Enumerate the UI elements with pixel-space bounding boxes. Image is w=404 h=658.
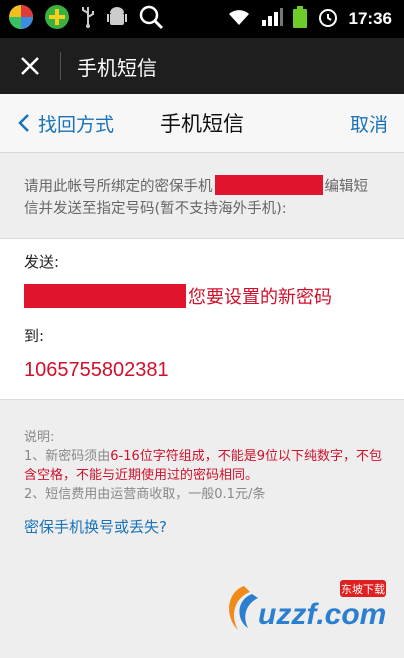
- app-launcher-icon: [8, 4, 34, 34]
- notes-item-1-prefix: 1、新密码须由: [24, 449, 111, 464]
- watermark-brand: uzzf.com: [258, 598, 386, 631]
- android-debug-icon: [106, 5, 128, 33]
- send-text: 您要设置的新密码: [188, 287, 332, 308]
- back-label: 找回方式: [38, 113, 115, 136]
- window-title: 手机短信: [77, 55, 157, 80]
- plus-app-icon: [44, 4, 70, 34]
- wifi-icon: [227, 7, 251, 31]
- status-bar: 17:36: [0, 0, 404, 38]
- status-time: 17:36: [348, 9, 392, 28]
- chevron-left-icon: [18, 114, 29, 132]
- redacted-phone: [214, 175, 323, 195]
- to-label: 到:: [24, 327, 45, 345]
- notes-item-2: 2、短信费用由运营商收取，一般0.1元/条: [24, 487, 266, 502]
- uzzf-logo-icon: 东坡下载 uzzf.com: [229, 580, 386, 631]
- notes-section: 说明: 1、新密码须由6-16位字符组成，不能是9位以下纯数字，不包含空格，不能…: [24, 428, 384, 504]
- redacted-account: [24, 284, 186, 308]
- instruction-part1: 请用此帐号所绑定的密保手机: [24, 179, 213, 195]
- cancel-button[interactable]: 取消: [350, 94, 388, 152]
- close-icon: [21, 57, 39, 75]
- watermark-tag: 东坡下载: [341, 583, 385, 596]
- alarm-icon: [317, 6, 339, 32]
- send-label: 发送:: [24, 253, 60, 271]
- notes-item-1: 1、新密码须由6-16位字符组成，不能是9位以下纯数字，不包含空格，不能与近期使…: [24, 447, 384, 485]
- usb-icon: [80, 5, 96, 33]
- instruction-text: 请用此帐号所绑定的密保手机 编辑短信并发送至指定号码(暂不支持海外手机):: [24, 175, 380, 220]
- notes-heading: 说明:: [24, 430, 55, 445]
- phone-lost-link[interactable]: 密保手机换号或丢失?: [24, 516, 167, 537]
- title-divider: [60, 52, 61, 80]
- send-content: 您要设置的新密码: [24, 283, 332, 309]
- target-number: 1065755802381: [24, 359, 169, 381]
- battery-icon: [292, 6, 307, 32]
- close-button[interactable]: [0, 38, 60, 94]
- back-button[interactable]: 找回方式: [18, 94, 114, 152]
- title-bar: 手机短信: [0, 38, 404, 94]
- signal-icon: [261, 7, 283, 31]
- watermark-logo: 东坡下载 uzzf.com: [222, 576, 390, 638]
- search-icon: [138, 4, 164, 34]
- sms-card: 发送: 您要设置的新密码 到: 1065755802381: [0, 238, 404, 400]
- nav-header: 找回方式 手机短信 取消: [0, 94, 404, 153]
